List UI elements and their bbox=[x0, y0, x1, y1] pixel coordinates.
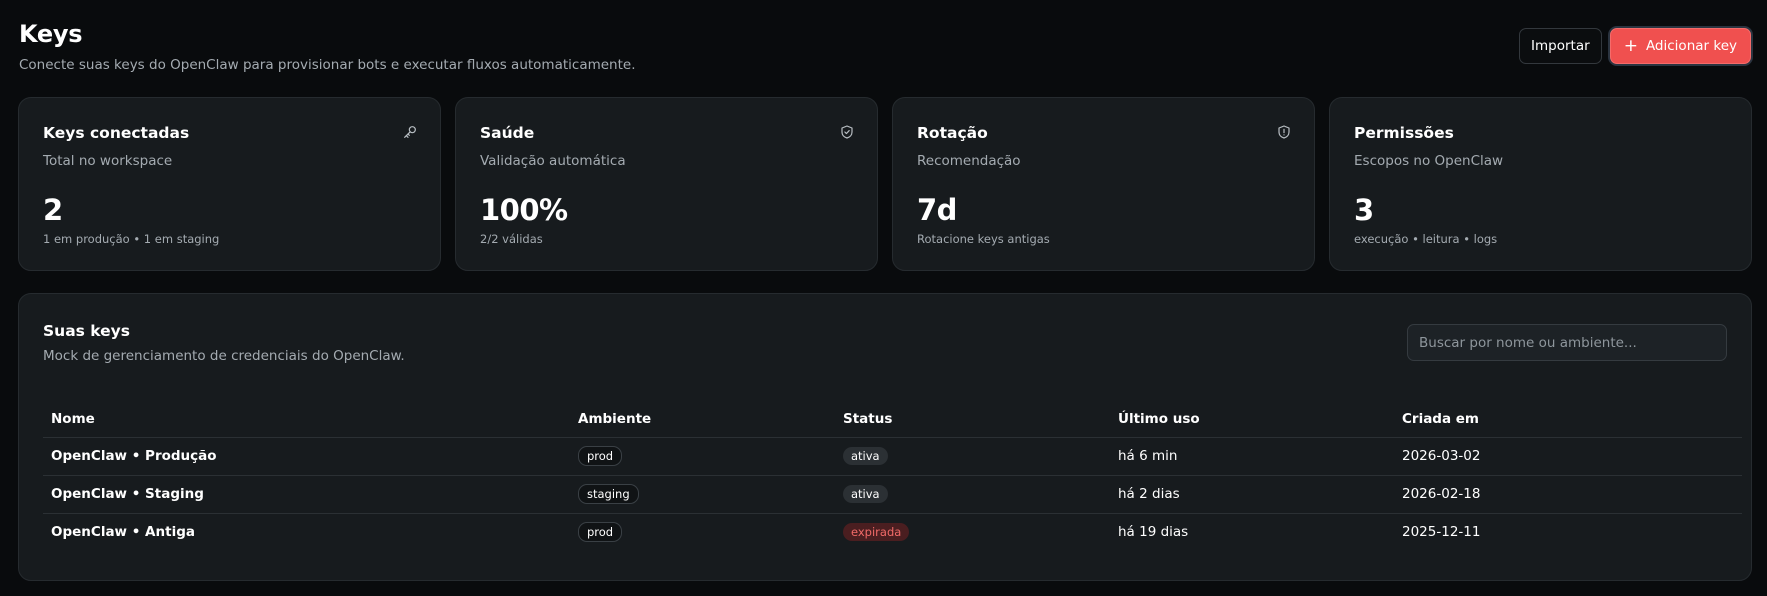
stat-value: 100% bbox=[480, 193, 568, 227]
stat-note: 1 em produção • 1 em staging bbox=[43, 232, 220, 246]
header-actions: Importar + Adicionar key bbox=[1519, 28, 1751, 64]
import-button[interactable]: Importar bbox=[1519, 28, 1602, 64]
key-name: OpenClaw • Produção bbox=[43, 437, 570, 476]
key-icon bbox=[404, 126, 416, 138]
status-badge: ativa bbox=[843, 447, 888, 465]
stat-card-rotation: Rotação Recomendação 7d Rotacione keys a… bbox=[892, 97, 1315, 271]
created-date: 2026-03-02 bbox=[1394, 437, 1742, 476]
column-header-status: Status bbox=[835, 401, 1110, 438]
column-header-last-used: Último uso bbox=[1110, 401, 1394, 438]
last-used: há 19 dias bbox=[1118, 524, 1189, 541]
stat-note: execução • leitura • logs bbox=[1354, 232, 1498, 246]
stat-desc: Total no workspace bbox=[43, 153, 173, 169]
stat-title: Permissões bbox=[1354, 124, 1454, 142]
status-badge: expirada bbox=[843, 523, 910, 542]
created-date: 2025-12-11 bbox=[1402, 524, 1481, 541]
table-row[interactable]: OpenClaw • Staging staging ativa há 2 di… bbox=[43, 475, 1742, 514]
page-title: Keys bbox=[19, 20, 83, 48]
last-used: há 2 dias bbox=[1110, 475, 1394, 514]
env-badge: prod bbox=[578, 522, 623, 543]
created-date: 2026-02-18 bbox=[1394, 475, 1742, 514]
page-subtitle: Conecte suas keys do OpenClaw para provi… bbox=[19, 57, 636, 73]
stat-card-keys: Keys conectadas Total no workspace 2 1 e… bbox=[18, 97, 441, 271]
stat-note: 2/2 válidas bbox=[480, 232, 543, 246]
add-key-button[interactable]: + Adicionar key bbox=[1609, 28, 1751, 64]
shield-alert-icon bbox=[1278, 125, 1290, 139]
column-header-created: Criada em bbox=[1394, 401, 1742, 438]
panel-desc: Mock de gerenciamento de credenciais do … bbox=[43, 348, 405, 364]
stat-value: 3 bbox=[1354, 193, 1374, 227]
stat-desc: Validação automática bbox=[480, 153, 626, 169]
env-badge: prod bbox=[578, 446, 623, 466]
stat-desc: Escopos no OpenClaw bbox=[1354, 153, 1504, 169]
key-name: OpenClaw • Antiga bbox=[51, 524, 195, 541]
stat-title: Saúde bbox=[480, 124, 535, 142]
stat-card-permissions: Permissões Escopos no OpenClaw 3 execuçã… bbox=[1329, 97, 1752, 271]
stat-title: Rotação bbox=[917, 124, 988, 142]
stat-desc: Recomendação bbox=[917, 153, 1021, 169]
table-header-row: Nome Ambiente Status Último uso Criada e… bbox=[43, 401, 1742, 438]
env-badge: staging bbox=[578, 484, 639, 504]
shield-check-icon bbox=[841, 125, 853, 139]
stat-title: Keys conectadas bbox=[43, 124, 190, 142]
status-badge: ativa bbox=[843, 485, 888, 503]
key-name: OpenClaw • Staging bbox=[43, 475, 570, 514]
stat-card-health: Saúde Validação automática 100% 2/2 váli… bbox=[455, 97, 878, 271]
keys-table: Nome Ambiente Status Último uso Criada e… bbox=[43, 401, 1742, 551]
keys-panel: Suas keys Mock de gerenciamento de crede… bbox=[18, 293, 1752, 581]
table-row[interactable]: OpenClaw • Produção prod ativa há 6 min … bbox=[43, 437, 1742, 476]
stats-row: Keys conectadas Total no workspace 2 1 e… bbox=[18, 97, 1752, 271]
stat-note: Rotacione keys antigas bbox=[917, 232, 1050, 246]
column-header-name: Nome bbox=[43, 401, 570, 438]
panel-title: Suas keys bbox=[43, 322, 131, 340]
last-used: há 6 min bbox=[1110, 437, 1394, 476]
table-row[interactable]: OpenClaw • Antiga prod expirada há 19 di… bbox=[43, 513, 1742, 551]
stat-value: 2 bbox=[43, 193, 63, 227]
search-input[interactable] bbox=[1407, 324, 1727, 361]
add-key-label: Adicionar key bbox=[1645, 38, 1737, 54]
stat-value: 7d bbox=[917, 193, 957, 227]
plus-icon: + bbox=[1623, 35, 1638, 56]
column-header-env: Ambiente bbox=[570, 401, 835, 438]
page-header: Keys Conecte suas keys do OpenClaw para … bbox=[19, 20, 636, 73]
